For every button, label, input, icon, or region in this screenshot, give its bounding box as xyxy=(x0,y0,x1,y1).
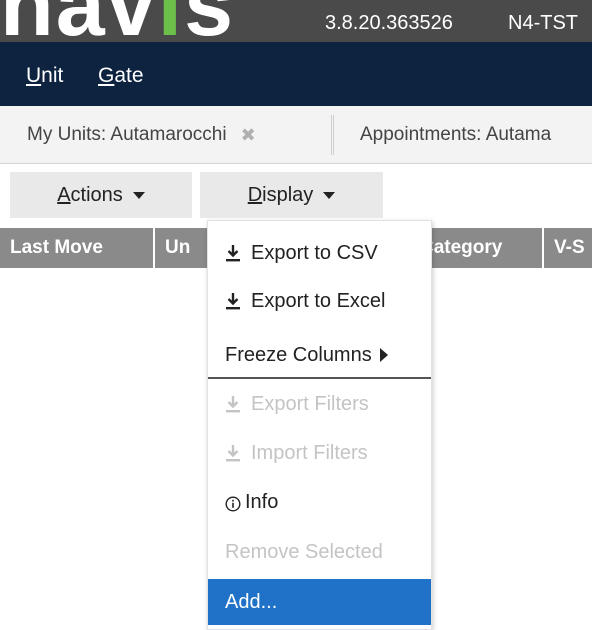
menu-gate-accel: G xyxy=(98,64,115,87)
actions-accel: A xyxy=(57,183,71,206)
tab-my-units-label: My Units: Autamarocchi xyxy=(27,124,227,145)
menu-item-label: Export Filters xyxy=(251,392,369,415)
display-accel: D xyxy=(247,183,263,206)
menu-unit[interactable]: Unit xyxy=(26,64,63,88)
menu-gate[interactable]: Gate xyxy=(98,64,144,88)
download-icon xyxy=(225,292,241,310)
main-menubar: Unit Gate xyxy=(0,42,592,106)
column-header-category[interactable]: Category xyxy=(428,228,544,268)
chevron-down-icon xyxy=(323,191,336,199)
tab-appointments[interactable]: Appointments: Autama xyxy=(333,115,592,155)
menu-item-add[interactable]: Add... xyxy=(208,579,431,625)
app-banner: navis 3.8.20.363526 N4-TST xyxy=(0,0,592,42)
close-icon[interactable]: ✖ xyxy=(241,125,256,146)
menu-item-label: Import Filters xyxy=(251,441,368,464)
menu-item-label: Remove Selected xyxy=(225,540,383,563)
menu-unit-accel: U xyxy=(26,64,42,87)
tab-appointments-label: Appointments: Autama xyxy=(360,124,552,145)
actions-button[interactable]: Actions xyxy=(10,172,192,218)
display-button[interactable]: Display xyxy=(200,172,383,218)
menu-item-export-excel[interactable]: Export to Excel xyxy=(208,278,431,324)
menu-item-label: Freeze Columns xyxy=(225,343,372,366)
menu-item-info[interactable]: Info xyxy=(208,479,431,525)
menu-item-export-filters: Export Filters xyxy=(208,381,431,427)
chevron-down-icon xyxy=(132,191,145,199)
actions-label: ctions xyxy=(70,183,123,206)
menu-separator xyxy=(208,377,431,379)
menu-item-label: Add... xyxy=(225,590,278,613)
info-icon xyxy=(225,495,241,512)
version-label: 3.8.20.363526 xyxy=(325,12,453,34)
display-dropdown-menu: Export to CSV Export to Excel Freeze Col… xyxy=(207,220,432,630)
column-header-un[interactable]: Un xyxy=(155,228,215,268)
navis-logo: navis xyxy=(0,0,235,42)
menu-gate-label: ate xyxy=(114,64,144,87)
menu-item-remove-selected: Remove Selected xyxy=(208,529,431,575)
tab-bar: My Units: Autamarocchi ✖ Appointments: A… xyxy=(0,106,592,164)
environment-label: N4-TST xyxy=(508,12,578,34)
logo-accent: i xyxy=(158,0,184,42)
menu-item-freeze-columns[interactable]: Freeze Columns xyxy=(208,332,431,378)
logo-tail: s xyxy=(184,0,235,42)
menu-item-label: Export to Excel xyxy=(251,289,386,312)
column-header-last-move[interactable]: Last Move xyxy=(0,228,155,268)
menu-item-export-csv[interactable]: Export to CSV xyxy=(208,230,431,276)
download-icon xyxy=(225,444,241,462)
column-header-vs[interactable]: V-S xyxy=(544,228,592,268)
menu-unit-label: nit xyxy=(41,64,64,87)
submenu-arrow-icon xyxy=(379,348,388,362)
download-icon xyxy=(225,244,241,262)
menu-item-import-filters: Import Filters xyxy=(208,430,431,476)
tab-my-units[interactable]: My Units: Autamarocchi ✖ xyxy=(0,115,332,155)
menu-item-label: Export to CSV xyxy=(251,241,378,264)
display-label: isplay xyxy=(262,183,314,206)
column-header-category-label: Category xyxy=(428,237,503,258)
menu-item-label: Info xyxy=(245,490,279,513)
logo-text: nav xyxy=(0,0,158,42)
download-icon xyxy=(225,395,241,413)
